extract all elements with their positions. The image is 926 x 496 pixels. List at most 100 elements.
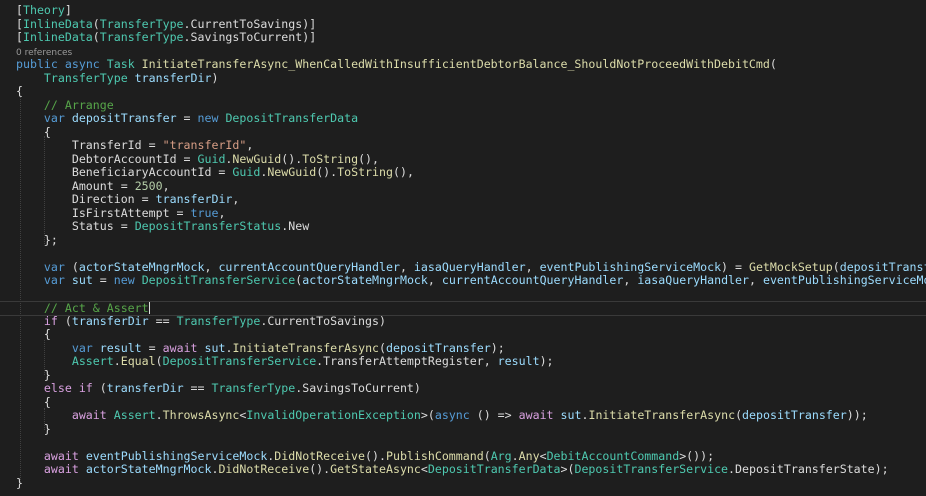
code-token: Theory xyxy=(22,3,65,17)
code-token: result xyxy=(99,340,142,355)
code-token: DepositTransferService xyxy=(162,354,317,368)
code-token: . xyxy=(511,448,519,463)
code-token: TransferAttemptRegister xyxy=(323,354,484,368)
code-token: ] xyxy=(64,3,72,17)
code-token: actorStateMngrMock xyxy=(85,462,212,476)
code-token: eventPublishingServiceMock xyxy=(85,448,268,463)
code-token: // Arrange xyxy=(43,97,114,112)
code-token: < xyxy=(420,462,428,476)
code-token: DepositTransferState xyxy=(735,462,875,476)
code-token: eventPublishingServiceMock xyxy=(762,273,926,287)
code-token: Assert xyxy=(113,408,156,422)
code-token: (). xyxy=(281,151,303,166)
code-token: (). xyxy=(309,462,331,476)
code-token: DebtorAccountId xyxy=(71,151,177,166)
code-token: BeneficiaryAccountId xyxy=(71,165,212,179)
code-token: InlineData xyxy=(22,30,93,44)
code-editor[interactable]: [Theory] [InlineData(TransferType.Current… xyxy=(0,0,926,496)
code-token: = xyxy=(169,205,191,220)
code-token: [ xyxy=(16,30,23,44)
code-token: = xyxy=(176,151,198,166)
code-line: var result = await sut.InitiateTransferA… xyxy=(0,340,926,355)
code-line: Assert.Equal(DepositTransferService.Tran… xyxy=(0,355,926,368)
code-token: transferDir xyxy=(134,70,212,85)
code-line: }; xyxy=(0,232,926,247)
code-token: ); xyxy=(490,340,505,355)
code-line: Direction = transferDir, xyxy=(0,193,926,206)
code-token: , xyxy=(204,259,219,274)
code-line: // Arrange xyxy=(0,97,926,112)
code-token: { xyxy=(16,84,23,98)
code-line: var (actorStateMngrMock, currentAccountQ… xyxy=(0,259,926,274)
code-line: { xyxy=(0,85,926,98)
code-token: ) xyxy=(211,70,219,85)
code-token: = xyxy=(113,219,135,233)
code-token: Task xyxy=(106,57,135,71)
code-token: true xyxy=(190,205,219,220)
code-token: ); xyxy=(539,354,554,368)
code-token: Status xyxy=(71,219,114,233)
code-line: { xyxy=(0,328,926,341)
code-token: Equal xyxy=(120,354,156,368)
code-token: { xyxy=(16,394,51,409)
code-token: ToString xyxy=(337,165,393,179)
codelens-references[interactable]: 0 references xyxy=(0,45,926,58)
code-token: TransferId xyxy=(71,138,142,152)
code-token: actorStateMngrMock xyxy=(302,273,428,287)
code-token: )] xyxy=(302,16,317,31)
code-line: } xyxy=(0,476,926,490)
code-token: var xyxy=(71,340,93,355)
code-token: ( xyxy=(155,354,163,368)
code-token: InitiateTransferAsync_WhenCalledWithInsu… xyxy=(141,57,770,71)
code-line: } xyxy=(0,368,926,382)
code-line: [InlineData(TransferType.SavingsToCurren… xyxy=(0,31,926,44)
code-token: ); xyxy=(874,462,889,476)
code-token: transferDir xyxy=(106,381,184,395)
code-line: var depositTransfer = new DepositTransfe… xyxy=(0,112,926,125)
codelens-label[interactable]: 0 references xyxy=(16,48,72,58)
code-line: BeneficiaryAccountId = Guid.NewGuid().To… xyxy=(0,166,926,179)
code-token: ( xyxy=(735,408,743,422)
code-token: await xyxy=(43,462,79,476)
code-token: TransferType xyxy=(99,30,184,44)
code-token: new xyxy=(197,111,219,125)
code-token: Arg xyxy=(490,448,512,463)
code-token: await xyxy=(71,408,107,422)
code-token: sut xyxy=(71,273,93,287)
code-token: ( xyxy=(92,16,100,31)
code-token: ( xyxy=(832,259,840,274)
code-token: GetStateAsync xyxy=(330,462,421,476)
code-token: . xyxy=(113,354,121,368)
code-line: { xyxy=(0,125,926,139)
code-token: ( xyxy=(92,30,100,44)
code-token: New xyxy=(288,219,310,233)
code-line: await actorStateMngrMock. DidNotReceive()… xyxy=(0,463,926,476)
code-token: var xyxy=(43,259,65,274)
code-token: Any xyxy=(518,448,540,463)
code-token: () => xyxy=(469,408,519,422)
code-token: await xyxy=(518,408,554,422)
code-token: async xyxy=(434,408,470,422)
code-token: depositTransfer xyxy=(71,111,177,125)
code-token: , xyxy=(162,178,170,193)
code-token: if xyxy=(78,381,93,395)
code-token: DepositTransferService xyxy=(141,273,296,287)
code-token: (). xyxy=(316,165,338,179)
code-token: = xyxy=(141,340,163,355)
code-token: }; xyxy=(16,232,58,247)
